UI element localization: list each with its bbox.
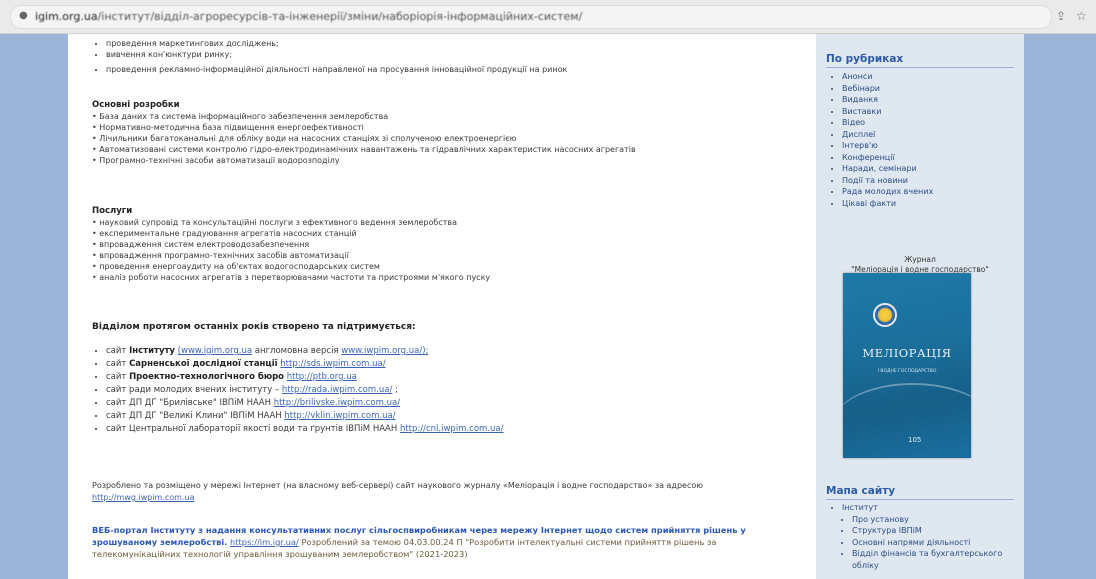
sitemap-title: Мапа сайту [826, 486, 1014, 500]
list-item: • експериментальне градуювання агрегатів… [92, 229, 357, 238]
rubric-link[interactable]: Виданкя [842, 94, 1024, 106]
rubric-link[interactable]: Події та новини [842, 175, 1024, 187]
portal-link[interactable]: https://im.igr.ua/ [230, 537, 299, 547]
rubric-link[interactable]: Відео [842, 117, 1024, 129]
section-heading: Основні розробки [92, 100, 180, 110]
list-item: проведення маркетингових досліджень; [106, 38, 806, 49]
sitemap-link[interactable]: Відділ фінансів та бухгалтерського облік… [852, 548, 1024, 571]
share-icon[interactable]: ⇪ [1056, 9, 1066, 23]
site-link[interactable]: (www.igim.org.ua [178, 346, 252, 356]
rubric-link[interactable]: Виставки [842, 106, 1024, 118]
rubric-link[interactable]: Рада молодих вчених [842, 186, 1024, 198]
rubric-link[interactable]: Конференції [842, 152, 1024, 164]
rubric-link[interactable]: Наради, семінари [842, 163, 1024, 175]
list-item: • аналіз роботи насосних агрегатів з пер… [92, 273, 491, 282]
list-item: • База даних та система інформаційного з… [92, 112, 389, 121]
cover-title: МЕЛІОРАЦІЯ [862, 346, 952, 360]
site-info-icon[interactable]: ● [19, 10, 29, 22]
list-item: вивчення кон'юнктури ринку; [106, 49, 806, 60]
journal-cover-image[interactable]: МЕЛІОРАЦІЯ І ВОДНЕ ГОСПОДАРСТВО 105 [843, 273, 971, 458]
site-link[interactable]: http://ptb.org.ua [287, 372, 357, 382]
list-item: проведення рекламно-інформаційної діяльн… [106, 64, 806, 75]
rubric-link[interactable]: Інтерв'ю [842, 140, 1024, 152]
sidebar: По рубриках Анонси Вебінари Виданкя Вист… [816, 34, 1024, 579]
site-link[interactable]: http://cnl.iwpim.com.ua/ [400, 424, 504, 434]
list-item: • Лічильники багатоканальні для обліку в… [92, 134, 517, 143]
list-item: • Автоматизовані системи контролю гідро-… [92, 145, 636, 154]
cover-number: 105 [908, 436, 922, 444]
list-item: • впровадження систем електроводозабезпе… [92, 240, 310, 249]
url-text[interactable]: igim.org.ua/інститут/відділ-агроресурсів… [35, 10, 595, 23]
site-link[interactable]: www.iwpim.org.ua/); [341, 346, 428, 356]
journal-link[interactable]: http://mwg.iwpim.com.ua [92, 493, 194, 502]
site-list-item: сайт Центральної лабораторії якості води… [106, 423, 806, 436]
sitemap-link[interactable]: Структура ІВПіМ [852, 525, 1024, 537]
site-list-item: сайт ради молодих вчених інституту – htt… [106, 384, 806, 397]
address-bar[interactable]: ● igim.org.ua/інститут/відділ-агроресурс… [10, 5, 1052, 29]
browser-toolbar: ● igim.org.ua/інститут/відділ-агроресурс… [0, 0, 1096, 34]
rubric-link[interactable]: Цікаві факти [842, 198, 1024, 210]
list-item: • науковий супровід та консультаційні по… [92, 218, 458, 227]
paragraph-text: Розроблено та розміщено у мережі Інтерне… [92, 481, 703, 490]
rubrics-title: По рубриках [826, 54, 1014, 68]
list-item: • проведення енергоаудиту на об'єктах во… [92, 262, 380, 271]
site-list-item: сайт Проектно-технологічного бюро http:/… [106, 371, 806, 384]
journal-paragraph: Розроблено та розміщено у мережі Інтерне… [92, 480, 806, 504]
url-path: /інститут/відділ-агроресурсів-та-інженер… [97, 10, 583, 23]
journal-emblem-icon [873, 303, 897, 327]
sites-section: Відділом протягом останніх років створен… [92, 322, 806, 436]
cover-wave-decoration [843, 383, 971, 458]
section-heading: Відділом протягом останніх років створен… [92, 322, 416, 332]
section-heading: Послуги [92, 206, 133, 216]
cover-subtitle: І ВОДНЕ ГОСПОДАРСТВО [877, 369, 937, 374]
list-item: • Програмно-технічні засоби автоматизаці… [92, 156, 340, 165]
journal-caption: Журнал "Меліорація і водне господарство" [816, 255, 1024, 275]
list-item: • впровадження програмно-технічних засоб… [92, 251, 349, 260]
bookmark-star-icon[interactable]: ☆ [1076, 9, 1087, 23]
rubric-link[interactable]: Вебінари [842, 83, 1024, 95]
sitemap-link[interactable]: Інститут [842, 502, 1024, 514]
url-host: igim.org.ua [35, 10, 98, 23]
rubric-link[interactable]: Дисплеї [842, 129, 1024, 141]
site-list-item: сайт Сарненської дослідної станції http:… [106, 358, 806, 371]
journal-caption-line: Журнал [904, 255, 936, 264]
sitemap-link[interactable]: Про установу [852, 514, 1024, 526]
rubric-link[interactable]: Анонси [842, 71, 1024, 83]
site-link[interactable]: http://brilivske.iwpim.com.ua/ [274, 398, 400, 408]
site-list-item: сайт ДП ДГ "Великі Клини" ІВПіМ НААН htt… [106, 410, 806, 423]
site-link[interactable]: http://sds.iwpim.com.ua/ [280, 359, 385, 369]
rubrics-list: Анонси Вебінари Виданкя Виставки Відео Д… [816, 71, 1024, 209]
activities-list-block: проведення маркетингових досліджень; вив… [92, 38, 806, 75]
site-link[interactable]: http://rada.iwpim.com.ua/ [282, 385, 392, 395]
site-list-item: сайт ДП ДГ "Брилівське" ІВПіМ НААН http:… [106, 397, 806, 410]
main-developments-section: Основні розробки • База даних та система… [92, 94, 806, 166]
portal-paragraph: ВЕБ-портал Інституту з надання консульта… [92, 524, 806, 560]
services-section: Послуги • науковий супровід та консульта… [92, 200, 806, 283]
main-content: проведення маркетингових досліджень; вив… [92, 34, 806, 579]
site-list-item: сайт Інституту (www.igim.org.ua англомов… [106, 345, 806, 358]
sitemap-list: Інститут Про установу Структура ІВПіМ Ос… [816, 502, 1024, 571]
site-link[interactable]: http://vklin.iwpim.com.ua/ [284, 411, 395, 421]
web-page: проведення маркетингових досліджень; вив… [68, 34, 1024, 579]
sitemap-link[interactable]: Основні напрями діяльності [852, 537, 1024, 549]
list-item: • Нормативно-методична база підвищення е… [92, 123, 364, 132]
